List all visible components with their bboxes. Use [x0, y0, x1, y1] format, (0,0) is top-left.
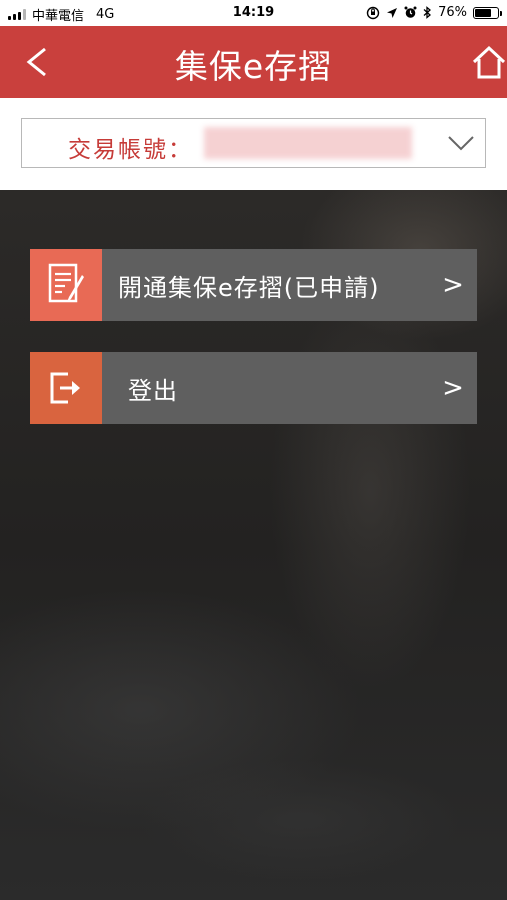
app-screen: 中華電信 4G 14:19 76% 集保e存摺 交易帳號： 開通集保e存摺(已申… [0, 0, 507, 900]
home-button[interactable] [467, 40, 507, 84]
account-area: 交易帳號： [0, 98, 507, 190]
menu-item-label: 登出 [128, 376, 178, 405]
chevron-right-icon: > [442, 373, 464, 403]
home-icon [472, 45, 506, 79]
status-right: 76% [366, 5, 502, 20]
menu-item-activate-epassbook[interactable]: 開通集保e存摺(已申請) > [30, 249, 477, 321]
rotation-lock-icon [366, 6, 380, 19]
alarm-icon [404, 6, 417, 18]
chevron-right-icon: > [442, 270, 464, 300]
battery-percent: 76% [438, 5, 467, 20]
account-number-redacted [204, 127, 412, 159]
bluetooth-icon [423, 6, 432, 19]
account-label: 交易帳號： [68, 137, 193, 163]
page-title: 集保e存摺 [174, 47, 333, 86]
battery-icon [473, 6, 502, 19]
account-dropdown[interactable]: 交易帳號： [21, 118, 486, 168]
location-arrow-icon [387, 7, 398, 18]
chevron-down-icon [448, 136, 474, 151]
status-bar: 中華電信 4G 14:19 76% [0, 0, 507, 26]
battery-level [475, 8, 492, 17]
document-edit-icon [30, 249, 102, 321]
menu-item-logout[interactable]: 登出 > [30, 352, 477, 424]
logout-icon [30, 352, 102, 424]
menu-item-label: 開通集保e存摺(已申請) [118, 273, 380, 302]
app-header: 集保e存摺 [0, 26, 507, 98]
